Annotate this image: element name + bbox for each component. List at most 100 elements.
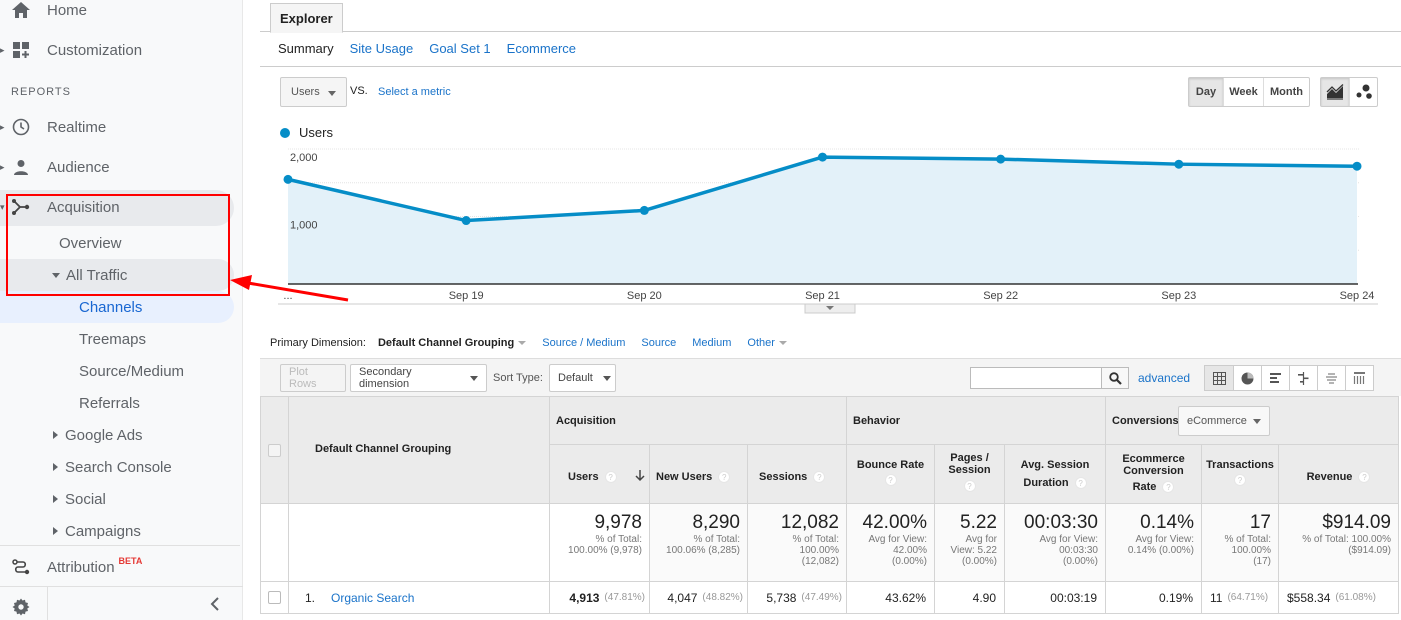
- primary-dimension-current[interactable]: Default Channel Grouping: [378, 337, 514, 349]
- column-header-bounce-rate[interactable]: Bounce Rate ?: [847, 445, 935, 504]
- sidebar-item-attribution[interactable]: Attribution BETA: [0, 549, 243, 585]
- data-point[interactable]: [461, 216, 471, 226]
- sidebar-item-customization[interactable]: ▸ Customization: [0, 32, 243, 68]
- primary-dimension-bar: Primary Dimension: Default Channel Group…: [270, 337, 787, 349]
- sidebar: Home ▸ Customization REPORTS ▸ Realtime …: [0, 0, 243, 620]
- conversions-group-header: Conversions eCommerce: [1106, 396, 1399, 445]
- dimension-source[interactable]: Source: [641, 337, 676, 349]
- collapse-sidebar-chevron-icon[interactable]: [210, 597, 220, 616]
- help-icon[interactable]: ?: [1234, 474, 1246, 487]
- pie-view-button[interactable]: [1233, 366, 1261, 390]
- subtab-ecommerce[interactable]: Ecommerce: [507, 41, 576, 56]
- sidebar-item-audience[interactable]: ▸ Audience: [0, 149, 243, 185]
- term-cloud-view-button[interactable]: [1317, 366, 1345, 390]
- advanced-filter-link[interactable]: advanced: [1138, 371, 1190, 385]
- dimension-medium[interactable]: Medium: [692, 337, 731, 349]
- dimension-header[interactable]: Default Channel Grouping: [289, 396, 550, 504]
- row-index: 1.: [305, 590, 316, 605]
- row-revenue: $558.34 (61.08%): [1279, 582, 1399, 614]
- help-icon[interactable]: ?: [718, 471, 731, 484]
- chart-collapse-handle[interactable]: [804, 303, 856, 314]
- sidebar-item-campaigns[interactable]: Campaigns: [53, 515, 141, 547]
- row-sessions: 5,738 (47.49%): [748, 582, 847, 614]
- bar-chart-icon: [1270, 372, 1281, 383]
- sidebar-item-home[interactable]: Home: [0, 0, 243, 28]
- data-point[interactable]: [818, 152, 827, 162]
- pivot-view-button[interactable]: [1345, 366, 1373, 390]
- column-header-avg-session-duration[interactable]: Avg. Session Duration?: [1005, 445, 1106, 504]
- total-pages-session: 5.22 Avg for View: 5.22 (0.00%): [935, 504, 1005, 582]
- select-metric-link[interactable]: Select a metric: [378, 86, 451, 98]
- metric-select[interactable]: Users: [280, 77, 347, 107]
- y-tick-label: 2,000: [290, 152, 318, 164]
- help-icon[interactable]: ?: [1162, 481, 1175, 494]
- subtab-summary[interactable]: Summary: [278, 41, 334, 56]
- column-header-sessions[interactable]: Sessions?: [748, 445, 847, 504]
- column-header-users[interactable]: Users?: [550, 445, 650, 504]
- column-header-pages-session[interactable]: Pages / Session ?: [935, 445, 1005, 504]
- sidebar-item-social[interactable]: Social: [53, 483, 106, 515]
- subtab-goal-set-1[interactable]: Goal Set 1: [429, 41, 490, 56]
- sidebar-item-search-console[interactable]: Search Console: [53, 451, 172, 483]
- annotation-highlight-box: [6, 194, 230, 296]
- tab-explorer[interactable]: Explorer: [270, 3, 343, 33]
- select-all-checkbox[interactable]: [268, 443, 281, 457]
- sort-type-select[interactable]: Default: [549, 364, 616, 392]
- month-button[interactable]: Month: [1263, 78, 1309, 106]
- acquisition-group-header: Acquisition: [550, 396, 847, 445]
- comparison-view-button[interactable]: [1289, 366, 1317, 390]
- dropdown-arrow-icon: [328, 91, 336, 96]
- dimension-source-medium[interactable]: Source / Medium: [542, 337, 625, 349]
- motion-chart-button[interactable]: [1349, 78, 1377, 106]
- sidebar-item-source-medium[interactable]: Source/Medium: [79, 355, 184, 387]
- column-header-ecommerce-conversion-rate[interactable]: Ecommerce Conversion Rate?: [1106, 445, 1202, 504]
- data-point[interactable]: [283, 174, 293, 184]
- table-view-group: [1204, 365, 1374, 391]
- help-icon[interactable]: ?: [963, 480, 976, 493]
- row-avg-session-duration: 00:03:19: [1005, 582, 1106, 614]
- data-point[interactable]: [1174, 159, 1184, 169]
- help-icon[interactable]: ?: [1074, 477, 1087, 490]
- plot-rows-button[interactable]: Plot Rows: [280, 364, 346, 392]
- conversions-type-select[interactable]: eCommerce: [1178, 406, 1270, 436]
- pie-chart-icon: [1241, 372, 1254, 384]
- performance-view-button[interactable]: [1261, 366, 1289, 390]
- search-button[interactable]: [1101, 367, 1129, 389]
- column-header-new-users[interactable]: New Users?: [650, 445, 748, 504]
- column-header-transactions[interactable]: Transactions ?: [1202, 445, 1279, 504]
- sidebar-item-realtime[interactable]: ▸ Realtime: [0, 109, 243, 145]
- sidebar-item-treemaps[interactable]: Treemaps: [79, 323, 146, 355]
- channel-link-organic-search[interactable]: Organic Search: [331, 591, 414, 605]
- help-icon[interactable]: ?: [813, 471, 826, 484]
- row-transactions: 11 (64.71%): [1202, 582, 1279, 614]
- sidebar-item-google-ads[interactable]: Google Ads: [53, 419, 143, 451]
- day-button[interactable]: Day: [1189, 78, 1223, 106]
- help-icon[interactable]: ?: [884, 474, 897, 487]
- subtab-site-usage[interactable]: Site Usage: [350, 41, 414, 56]
- footer-divider: [47, 587, 48, 620]
- sidebar-item-referrals[interactable]: Referrals: [79, 387, 140, 419]
- dropdown-arrow-icon: [470, 375, 478, 381]
- sidebar-divider: [0, 545, 240, 546]
- row-checkbox[interactable]: [268, 591, 281, 604]
- secondary-dimension-select[interactable]: Secondary dimension: [350, 364, 487, 392]
- users-area-fill: [288, 157, 1357, 284]
- dimension-other[interactable]: Other: [747, 337, 787, 349]
- data-point[interactable]: [639, 205, 649, 215]
- search-icon: [1108, 371, 1122, 385]
- table-view-button[interactable]: [1205, 366, 1233, 390]
- data-point[interactable]: [996, 154, 1006, 164]
- dropdown-arrow-icon: [602, 375, 611, 381]
- table-search-input[interactable]: [970, 367, 1102, 389]
- help-icon[interactable]: ?: [604, 471, 617, 484]
- column-header-revenue[interactable]: Revenue?: [1279, 445, 1399, 504]
- week-button[interactable]: Week: [1223, 78, 1263, 106]
- line-chart-button[interactable]: [1321, 78, 1349, 106]
- person-icon: [11, 157, 31, 177]
- settings-gear-icon[interactable]: [12, 598, 30, 620]
- row-ecommerce-conversion-rate: 0.19%: [1106, 582, 1202, 614]
- row-users: 4,913 (47.81%): [550, 582, 650, 614]
- help-icon[interactable]: ?: [1358, 471, 1371, 484]
- x-tick-label: Sep 21: [805, 290, 840, 302]
- data-point[interactable]: [1352, 161, 1362, 171]
